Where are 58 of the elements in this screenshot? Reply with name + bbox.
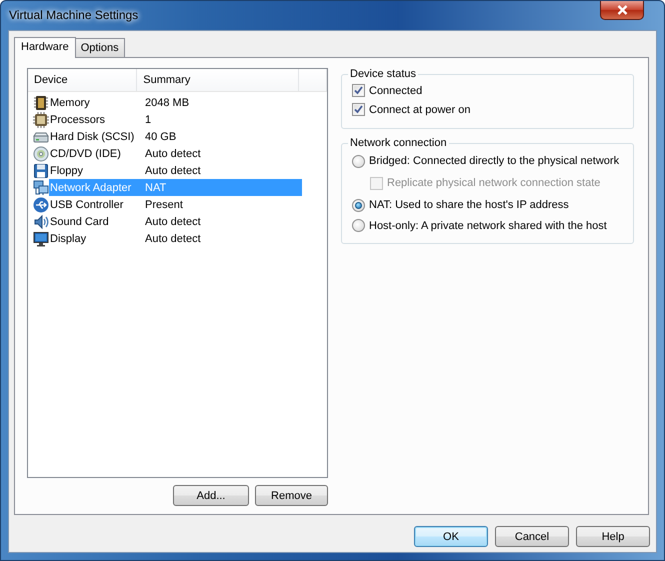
floppy-device-icon <box>33 162 49 178</box>
checkbox-label[interactable]: Connected <box>369 84 422 96</box>
cd-device-icon <box>33 146 49 162</box>
add-button[interactable]: Add... <box>173 485 249 506</box>
group-title: Network connection <box>349 137 448 149</box>
processor-device-icon <box>33 112 49 128</box>
window-title: Virtual Machine Settings <box>9 8 138 22</box>
table-cell-text: Auto detect <box>144 148 201 160</box>
usb-device-icon <box>33 196 49 212</box>
table-cell-text: Present <box>144 198 183 210</box>
list-row[interactable]: Processors 1 <box>49 111 302 128</box>
tab[interactable]: Hardware <box>14 37 76 58</box>
network-device-icon <box>33 180 49 196</box>
table-cell-text: Hard Disk (SCSI) <box>49 130 136 142</box>
table-cell-text: Auto detect <box>144 232 201 244</box>
list-row[interactable]: USB Controller Present <box>49 196 302 213</box>
table-cell-text: Sound Card <box>49 216 110 228</box>
memory-device-icon <box>33 94 49 110</box>
help-button[interactable]: Help <box>576 526 650 547</box>
list-row[interactable]: Hard Disk (SCSI) 40 GB <box>49 128 302 145</box>
table-cell-text: 2048 MB <box>144 96 190 108</box>
tab[interactable]: Options <box>74 38 125 57</box>
list-row[interactable]: Floppy Auto detect <box>49 162 302 179</box>
table-cell-text: Auto detect <box>144 216 201 228</box>
radio-label[interactable]: NAT: Used to share the host's IP address <box>369 199 569 211</box>
checkbox[interactable] <box>352 103 365 116</box>
table-cell-text: 1 <box>144 114 152 126</box>
radio-button[interactable] <box>352 198 365 212</box>
radio-label[interactable]: Bridged: Connected directly to the physical network <box>369 155 620 167</box>
list-row[interactable]: Memory 2048 MB <box>49 94 302 111</box>
ok-button[interactable]: OK <box>414 526 488 547</box>
close-button[interactable] <box>600 1 644 20</box>
radio-button[interactable] <box>352 219 365 232</box>
close-icon <box>616 5 628 15</box>
cancel-button[interactable]: Cancel <box>495 526 569 547</box>
radio-label[interactable]: Host-only: A private network shared with the host <box>369 220 607 232</box>
list-row[interactable]: Sound Card Auto detect <box>49 213 302 230</box>
table-cell-text: 40 GB <box>144 130 176 142</box>
table-cell-text: Memory <box>49 96 91 108</box>
column-header[interactable]: Device <box>28 69 138 91</box>
table-cell-text: NAT <box>144 182 166 194</box>
list-row[interactable]: Display Auto detect <box>49 230 302 247</box>
list-row[interactable]: CD/DVD (IDE) Auto detect <box>49 145 302 162</box>
table-cell-text: Display <box>49 232 88 244</box>
sound-device-icon <box>33 214 49 230</box>
checkbox-label[interactable]: Connect at power on <box>369 104 471 116</box>
table-cell-text: Floppy <box>49 164 84 176</box>
checkbox[interactable] <box>352 84 365 97</box>
table-cell-text: Network Adapter <box>49 182 132 194</box>
table-cell-text: Processors <box>49 114 106 126</box>
group-title: Device status <box>349 68 418 80</box>
table-cell-text: CD/DVD (IDE) <box>49 148 122 160</box>
display-device-icon <box>33 230 49 246</box>
remove-button[interactable]: Remove <box>255 485 328 506</box>
table-cell-text: Auto detect <box>144 164 201 176</box>
table-cell-text: USB Controller <box>49 198 124 210</box>
radio-button[interactable] <box>352 154 365 168</box>
column-header[interactable]: Summary <box>137 69 300 91</box>
